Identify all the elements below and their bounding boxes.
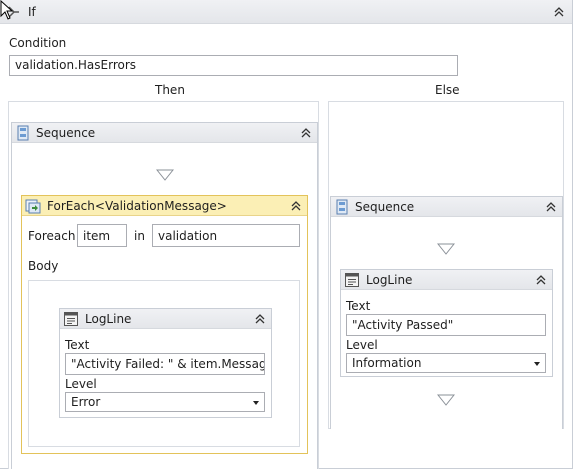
condition-label: Condition — [9, 36, 67, 50]
if-activity-header[interactable]: If — [0, 0, 572, 24]
foreach-collection-input[interactable]: validation — [152, 224, 300, 247]
logline-passed-level-label: Level — [346, 338, 378, 352]
condition-input[interactable]: validation.HasErrors — [9, 55, 458, 76]
foreach-item-input[interactable]: item — [77, 224, 127, 247]
logline-passed-text-label: Text — [346, 299, 371, 313]
then-sequence-header[interactable]: Sequence — [12, 123, 317, 143]
logline-passed-text-input[interactable]: "Activity Passed" — [346, 314, 546, 336]
collapse-chevron-icon[interactable] — [299, 126, 313, 140]
sequence-icon — [17, 125, 29, 141]
else-sequence-header[interactable]: Sequence — [331, 197, 562, 217]
logline-failed-level-select[interactable]: Error — [65, 392, 265, 412]
foreach-in-label: in — [134, 229, 145, 243]
chevron-down-icon[interactable] — [534, 362, 540, 366]
logline-icon — [64, 312, 78, 326]
drop-target-icon[interactable] — [437, 394, 455, 406]
logline-passed-level-value: Information — [352, 356, 422, 370]
logline-passed-level-select[interactable]: Information — [346, 353, 546, 373]
foreach-icon — [25, 199, 41, 214]
logline-passed-header[interactable]: LogLine — [341, 270, 552, 290]
then-label: Then — [155, 83, 185, 97]
logline-failed-level-value: Error — [71, 395, 101, 409]
logline-icon — [345, 273, 359, 287]
logline-failed-level-label: Level — [65, 377, 97, 391]
collapse-chevron-icon[interactable] — [289, 199, 303, 213]
drop-target-icon[interactable] — [437, 243, 455, 255]
then-sequence-title: Sequence — [36, 126, 96, 140]
chevron-down-icon[interactable] — [253, 401, 259, 405]
foreach-label: Foreach — [28, 229, 76, 243]
logline-failed-header[interactable]: LogLine — [60, 309, 271, 329]
logline-failed-text-input[interactable]: "Activity Failed: " & item.Message — [65, 353, 265, 375]
collapse-chevron-icon[interactable] — [544, 200, 558, 214]
drop-target-icon[interactable] — [156, 169, 174, 181]
logline-failed-text-label: Text — [65, 338, 90, 352]
else-sequence-title: Sequence — [355, 200, 415, 214]
else-label: Else — [435, 83, 460, 97]
mouse-cursor-icon — [0, 0, 14, 20]
collapse-chevron-icon[interactable] — [253, 312, 267, 326]
collapse-chevron-icon[interactable] — [534, 273, 548, 287]
if-activity-title: If — [28, 5, 36, 19]
sequence-icon — [336, 199, 348, 215]
logline-passed-title: LogLine — [366, 273, 413, 287]
foreach-body-label: Body — [28, 259, 59, 273]
collapse-chevron-icon[interactable] — [552, 5, 566, 19]
foreach-header[interactable]: ForEach<ValidationMessage> — [22, 196, 307, 216]
foreach-title: ForEach<ValidationMessage> — [47, 199, 227, 213]
logline-failed-title: LogLine — [85, 312, 132, 326]
